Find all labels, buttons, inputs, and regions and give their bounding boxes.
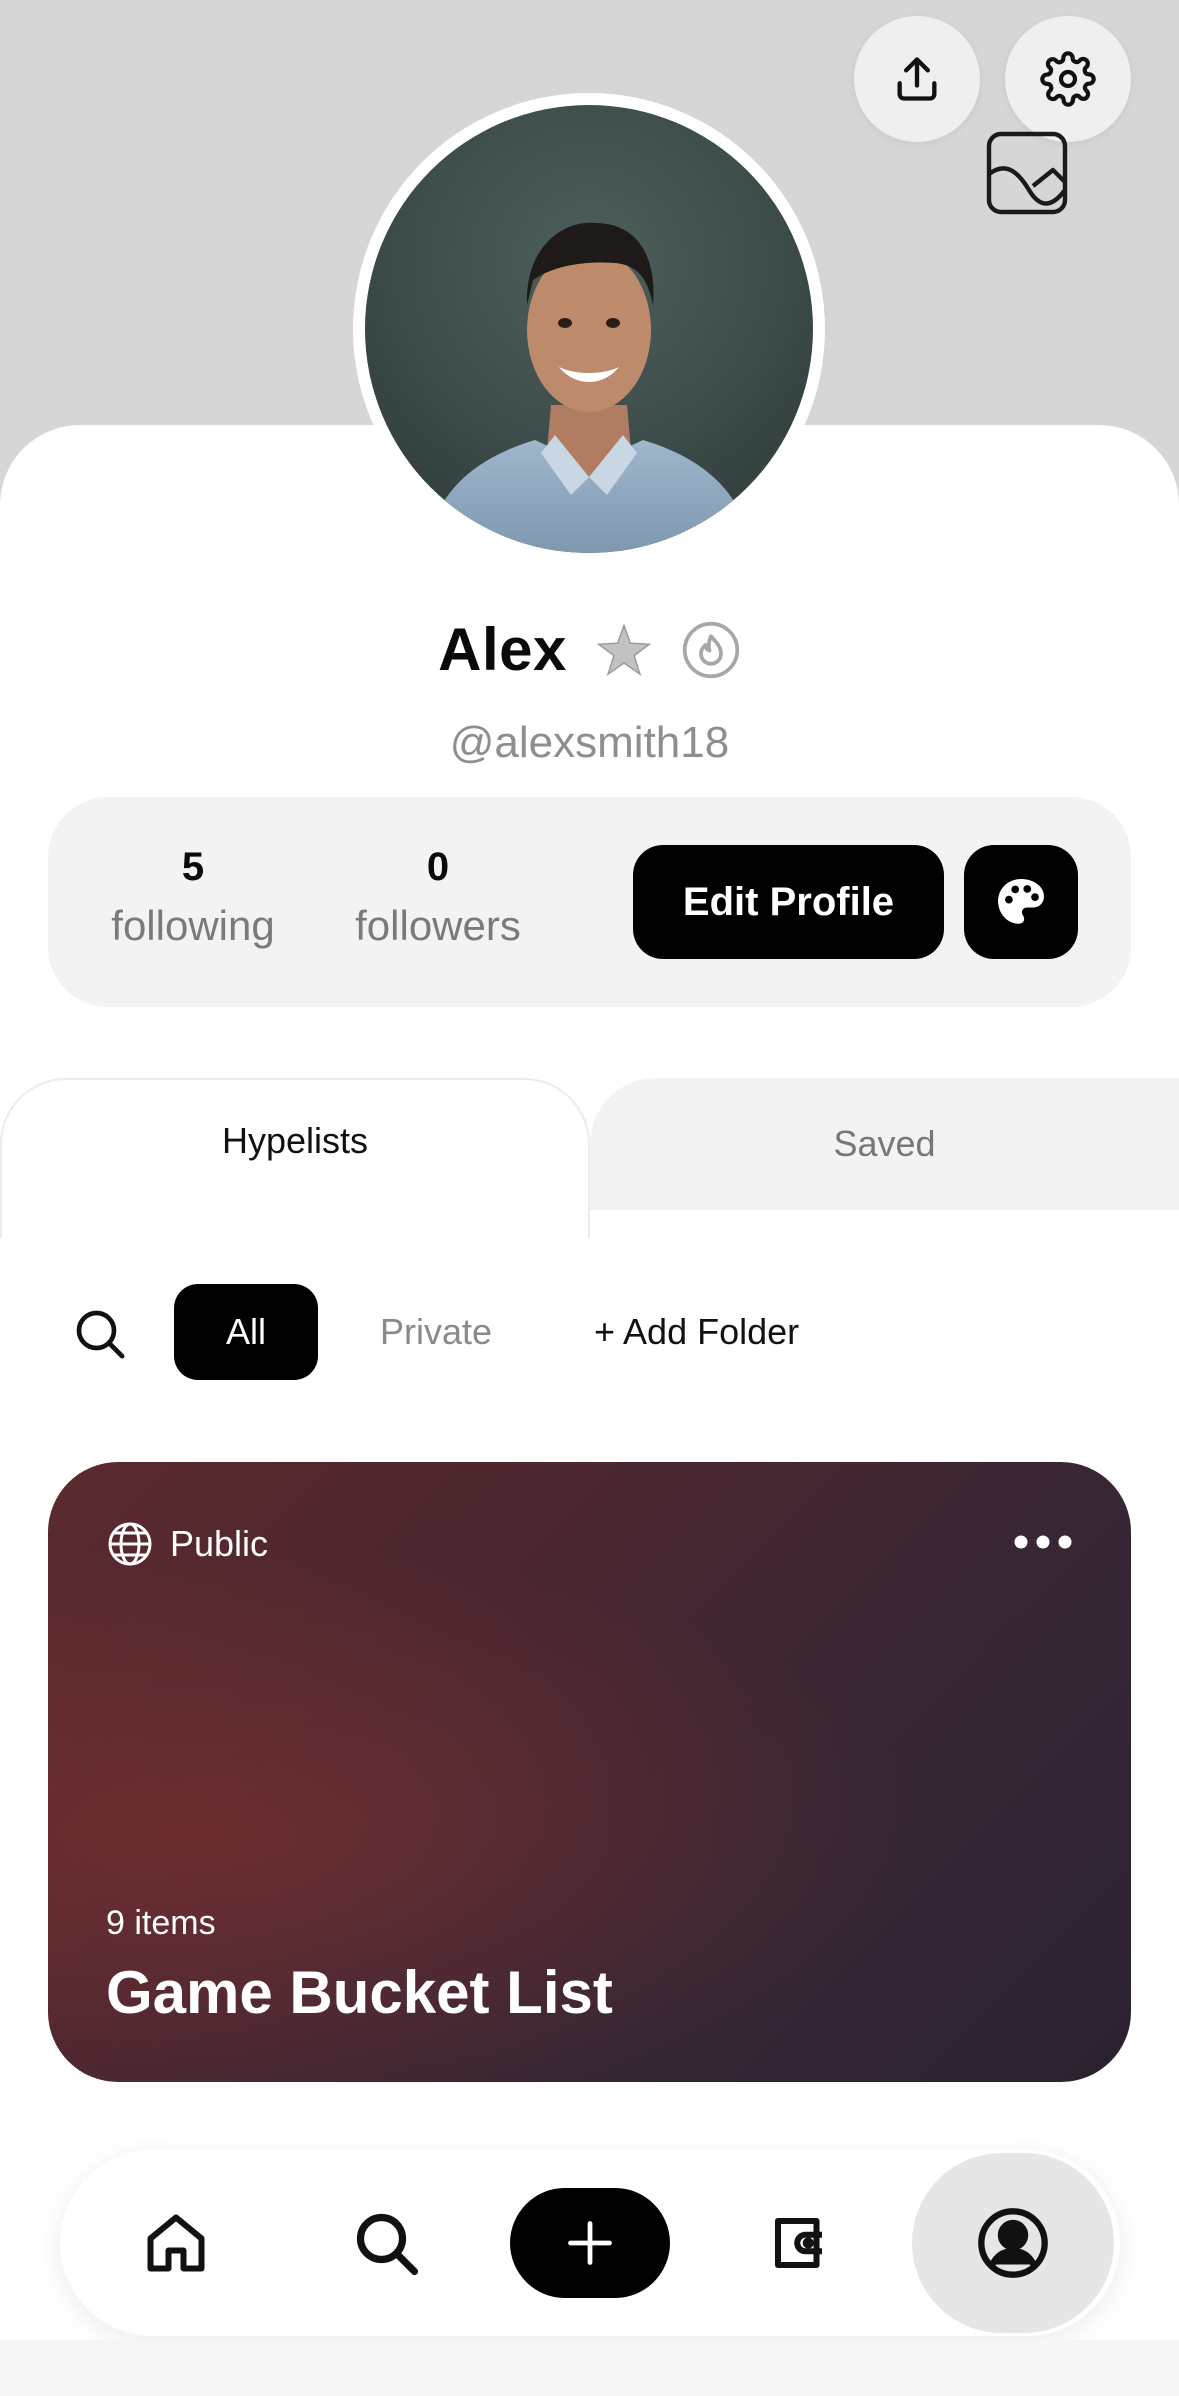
- hypelist-item-count: 9 items: [106, 1904, 216, 1942]
- profile-handle: @alexsmith18: [449, 718, 730, 767]
- nav-profile[interactable]: [912, 2153, 1114, 2333]
- star-badge-icon[interactable]: [595, 621, 653, 679]
- nav-add-button[interactable]: [510, 2188, 670, 2298]
- streak-flame-icon[interactable]: [681, 620, 741, 680]
- gear-icon: [1040, 51, 1096, 107]
- person-portrait: [425, 222, 753, 553]
- hypelist-card[interactable]: Public 9 items Game Bucket List: [48, 1462, 1131, 2082]
- search-icon: [356, 2213, 419, 2276]
- followers-count: 0: [426, 845, 450, 889]
- add-folder-button[interactable]: + Add Folder: [594, 1284, 799, 1380]
- settings-button[interactable]: [1005, 16, 1131, 142]
- profile-name: Alex: [438, 616, 567, 683]
- theme-palette-button[interactable]: [964, 845, 1078, 959]
- nav-home[interactable]: [126, 2193, 226, 2293]
- visibility-text: Public: [170, 1523, 269, 1564]
- followers-label: followers: [355, 902, 521, 949]
- tab-hypelists[interactable]: Hypelists: [0, 1078, 590, 1238]
- filter-chip-all[interactable]: All: [174, 1284, 318, 1380]
- more-options-icon[interactable]: [1013, 1532, 1073, 1552]
- nav-wallet[interactable]: [750, 2193, 850, 2293]
- avatar[interactable]: [353, 93, 825, 565]
- home-icon: [147, 2214, 205, 2272]
- following-count: 5: [181, 845, 205, 889]
- home-indicator-area: [0, 2340, 1179, 2396]
- nav-search[interactable]: [336, 2193, 436, 2293]
- share-button[interactable]: [854, 16, 980, 142]
- share-upload-icon: [897, 57, 937, 101]
- edit-profile-button[interactable]: Edit Profile: [633, 845, 944, 959]
- wallet-icon: [774, 2217, 822, 2269]
- followers-stat[interactable]: 0 followers: [338, 845, 538, 950]
- palette-icon: [998, 879, 1044, 924]
- globe-icon: [108, 1522, 152, 1566]
- profile-name-row: Alex: [0, 615, 1179, 684]
- hypelist-title: Game Bucket List: [106, 1959, 613, 2026]
- profile-icon: [978, 2208, 1048, 2278]
- following-stat[interactable]: 5 following: [103, 845, 283, 950]
- following-label: following: [111, 902, 275, 949]
- profile-stats-card: 5 following 0 followers Edit Profile: [48, 797, 1131, 1007]
- tab-saved[interactable]: Saved: [590, 1078, 1179, 1210]
- visibility-label: Public: [106, 1520, 268, 1568]
- search-icon[interactable]: [72, 1306, 128, 1362]
- bottom-nav-bar: [60, 2150, 1120, 2336]
- filter-chip-private[interactable]: Private: [380, 1284, 492, 1380]
- avatar-photo: [365, 105, 813, 553]
- image-icon[interactable]: [985, 130, 1069, 216]
- add-icon: [568, 2221, 612, 2265]
